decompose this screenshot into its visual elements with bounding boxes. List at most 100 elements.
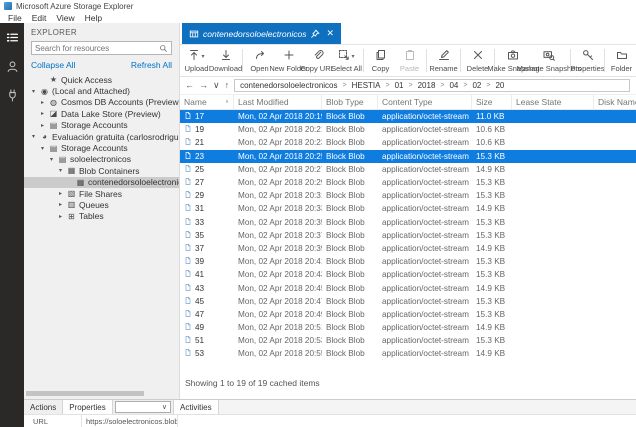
menu-help[interactable]: Help (80, 13, 107, 23)
expand-arrow-icon[interactable]: ▸ (57, 190, 64, 197)
table-row-blob-43[interactable]: 43 Mon, 02 Apr 2018 20:45:03 GMT Block Blo… (180, 281, 636, 294)
back-icon[interactable]: ← (185, 81, 194, 90)
history-chevron-icon[interactable]: ∨ (213, 81, 220, 90)
column-header-last-modified[interactable]: Last Modified (234, 95, 322, 109)
tab-properties[interactable]: Properties (62, 400, 113, 414)
breadcrumb-segment-2018[interactable]: 2018 (418, 81, 436, 90)
table-row-blob-51[interactable]: 51 Mon, 02 Apr 2018 20:53:03 GMT Block Blo… (180, 334, 636, 347)
up-icon[interactable]: ↑ (225, 81, 230, 90)
breadcrumb-segment-01[interactable]: 01 (395, 81, 404, 90)
forward-icon[interactable]: → (199, 81, 208, 90)
tree-item-queues[interactable]: ▸ ▥ Queues (24, 199, 179, 210)
column-header-name[interactable]: Name ∧ (180, 95, 234, 109)
tree-item-evaluaci-n-gratuita-carlosrodrigueznavar[interactable]: ▾ ◕ Evaluación gratuita (carlosrodriguezna… (24, 131, 179, 142)
tree-item-quick-access[interactable]: ★ Quick Access (24, 74, 179, 85)
breadcrumb-segment-contenedorsoloelectronicos[interactable]: contenedorsoloelectronicos (240, 81, 337, 90)
tree-item-contenedorsoloelectronicos[interactable]: ▦contenedorsoloelectronicos (24, 176, 179, 188)
table-row-blob-31[interactable]: 31 Mon, 02 Apr 2018 20:33:02 GMT Block Blo… (180, 202, 636, 215)
table-row-blob-23[interactable]: 23 Mon, 02 Apr 2018 20:25:01 GMT Block Blo… (180, 149, 636, 163)
table-row-blob-25[interactable]: 25 Mon, 02 Apr 2018 20:27:01 GMT Block Blo… (180, 163, 636, 176)
explorer-icon[interactable] (4, 30, 20, 44)
collapse-all-link[interactable]: Collapse All (31, 60, 75, 70)
breadcrumb-segment-20[interactable]: 20 (495, 81, 504, 90)
menu-file[interactable]: File (3, 13, 27, 23)
tab-contenedorsoloelectronicos[interactable]: contenedorsoloelectronicos ✕ (182, 23, 342, 44)
tree-item-data-lake-store-preview[interactable]: ▸ ◪ Data Lake Store (Preview) (24, 108, 179, 119)
collapse-arrow-icon[interactable]: ▾ (30, 88, 37, 95)
tab-activities[interactable]: Activities (174, 400, 219, 414)
toolbar-upload-button[interactable]: ▾ Upload (182, 45, 211, 76)
menu-view[interactable]: View (51, 13, 79, 23)
breadcrumb-segment-hestia[interactable]: HESTIA (352, 81, 381, 90)
search-input[interactable] (32, 43, 159, 53)
table-row-blob-27[interactable]: 27 Mon, 02 Apr 2018 20:29:01 GMT Block Blo… (180, 176, 636, 189)
table-row-blob-53[interactable]: 53 Mon, 02 Apr 2018 20:55:03 GMT Block Blo… (180, 347, 636, 360)
collapse-arrow-icon[interactable]: ▾ (48, 156, 55, 163)
collapse-arrow-icon[interactable]: ▾ (39, 145, 46, 152)
tree-item-local-and-attached[interactable]: ▾ ◉ (Local and Attached) (24, 85, 179, 96)
tree-item-label: Quick Access (61, 74, 113, 85)
table-row-blob-47[interactable]: 47 Mon, 02 Apr 2018 20:49:03 GMT Block Blo… (180, 308, 636, 321)
expand-arrow-icon[interactable]: ▸ (39, 110, 46, 117)
column-header-blob-type[interactable]: Blob Type (322, 95, 378, 109)
property-value[interactable]: https://soloelectronicos.blob.cor (82, 415, 178, 427)
table-row-blob-19[interactable]: 19 Mon, 02 Apr 2018 20:21:01 GMT Block Blo… (180, 123, 636, 136)
account-icon[interactable] (4, 59, 20, 73)
table-row-blob-39[interactable]: 39 Mon, 02 Apr 2018 20:41:02 GMT Block Blo… (180, 255, 636, 268)
column-header-disk-name[interactable]: Disk Name (594, 95, 636, 109)
copy-icon (375, 49, 387, 63)
toolbar-copy-button[interactable]: Copy (366, 45, 395, 76)
toolbar-folder-button[interactable]: Folder (607, 45, 636, 76)
sidebar-horizontal-scrollbar[interactable] (26, 391, 144, 396)
refresh-all-link[interactable]: Refresh All (131, 60, 172, 70)
expand-arrow-icon[interactable]: ▸ (57, 201, 64, 208)
toolbar-copy-url-button[interactable]: Copy URL (300, 45, 335, 76)
tree-item-soloelectronicos[interactable]: ▾ ▤ soloelectronicos (24, 154, 179, 165)
close-tab-icon[interactable]: ✕ (326, 29, 334, 38)
select-all-icon (338, 49, 350, 63)
tree-item-tables[interactable]: ▸ ⊞ Tables (24, 211, 179, 222)
table-row-blob-45[interactable]: 45 Mon, 02 Apr 2018 20:47:03 GMT Block Blo… (180, 295, 636, 308)
toolbar-select-all-button[interactable]: ▾ Select All (331, 45, 362, 76)
collapse-arrow-icon[interactable]: ▾ (57, 167, 64, 174)
table-row-blob-37[interactable]: 37 Mon, 02 Apr 2018 20:39:02 GMT Block Blo… (180, 242, 636, 255)
toolbar-rename-button[interactable]: Rename (429, 45, 458, 76)
properties-dropdown[interactable]: ∨ (114, 401, 171, 413)
connect-icon[interactable] (4, 88, 20, 102)
toolbar-download-button[interactable]: Download (209, 45, 242, 76)
pin-icon[interactable] (310, 29, 321, 39)
breadcrumb-segment-02[interactable]: 02 (472, 81, 481, 90)
sidebar-title: EXPLORER (31, 28, 77, 37)
column-header-content-type[interactable]: Content Type (378, 95, 472, 109)
table-row-blob-35[interactable]: 35 Mon, 02 Apr 2018 20:37:02 GMT Block Blo… (180, 229, 636, 242)
toolbar-manage-snapshots-button[interactable]: Manage Snapshots (517, 45, 581, 76)
menu-edit[interactable]: Edit (27, 13, 52, 23)
tree-item-cosmos-db-accounts-preview[interactable]: ▸ ◍ Cosmos DB Accounts (Preview) (24, 97, 179, 108)
table-row-blob-41[interactable]: 41 Mon, 02 Apr 2018 20:43:02 GMT Block Blo… (180, 268, 636, 281)
tab-actions[interactable]: Actions (24, 400, 62, 414)
tree-item-storage-accounts[interactable]: ▾ ▤ Storage Accounts (24, 142, 179, 153)
tree-item-file-shares[interactable]: ▸ ▧ File Shares (24, 188, 179, 199)
table-row-blob-49[interactable]: 49 Mon, 02 Apr 2018 20:51:03 GMT Block Blo… (180, 321, 636, 334)
table-row-blob-29[interactable]: 29 Mon, 02 Apr 2018 20:31:02 GMT Block Blo… (180, 189, 636, 202)
toolbar-properties-button[interactable]: Properties (570, 45, 605, 76)
tree-item-blob-containers[interactable]: ▾ ▦ Blob Containers (24, 165, 179, 176)
collapse-arrow-icon[interactable]: ▾ (30, 133, 37, 140)
table-row-blob-17[interactable]: 17 Mon, 02 Apr 2018 20:19:01 GMT Block Blo… (180, 110, 636, 124)
table-row-blob-21[interactable]: 21 Mon, 02 Apr 2018 20:23:01 GMT Block Blo… (180, 136, 636, 149)
toolbar-paste-button[interactable]: Paste (395, 45, 424, 76)
breadcrumb-segment-04[interactable]: 04 (449, 81, 458, 90)
breadcrumb[interactable]: contenedorsoloelectronicos > HESTIA >01 >201… (234, 79, 630, 92)
expand-arrow-icon[interactable]: ▸ (39, 99, 46, 106)
tree-item-storage-accounts[interactable]: ▸ ▤ Storage Accounts (24, 120, 179, 131)
table-row-blob-33[interactable]: 33 Mon, 02 Apr 2018 20:35:02 GMT Block Blo… (180, 216, 636, 229)
column-header-lease-state[interactable]: Lease State (512, 95, 594, 109)
expand-arrow-icon[interactable]: ▸ (57, 213, 64, 220)
mid-area: EXPLORER Collapse All Refresh All ★Quick… (24, 23, 636, 427)
blob-file-icon (184, 269, 192, 280)
expand-arrow-icon[interactable]: ▸ (39, 122, 46, 129)
blob-last-modified: Mon, 02 Apr 2018 20:27:01 GMT (238, 164, 322, 174)
toolbar-new-folder-button[interactable]: New Folder (269, 45, 308, 76)
column-header-size[interactable]: Size (472, 95, 512, 109)
blob-name: 33 (195, 217, 205, 227)
